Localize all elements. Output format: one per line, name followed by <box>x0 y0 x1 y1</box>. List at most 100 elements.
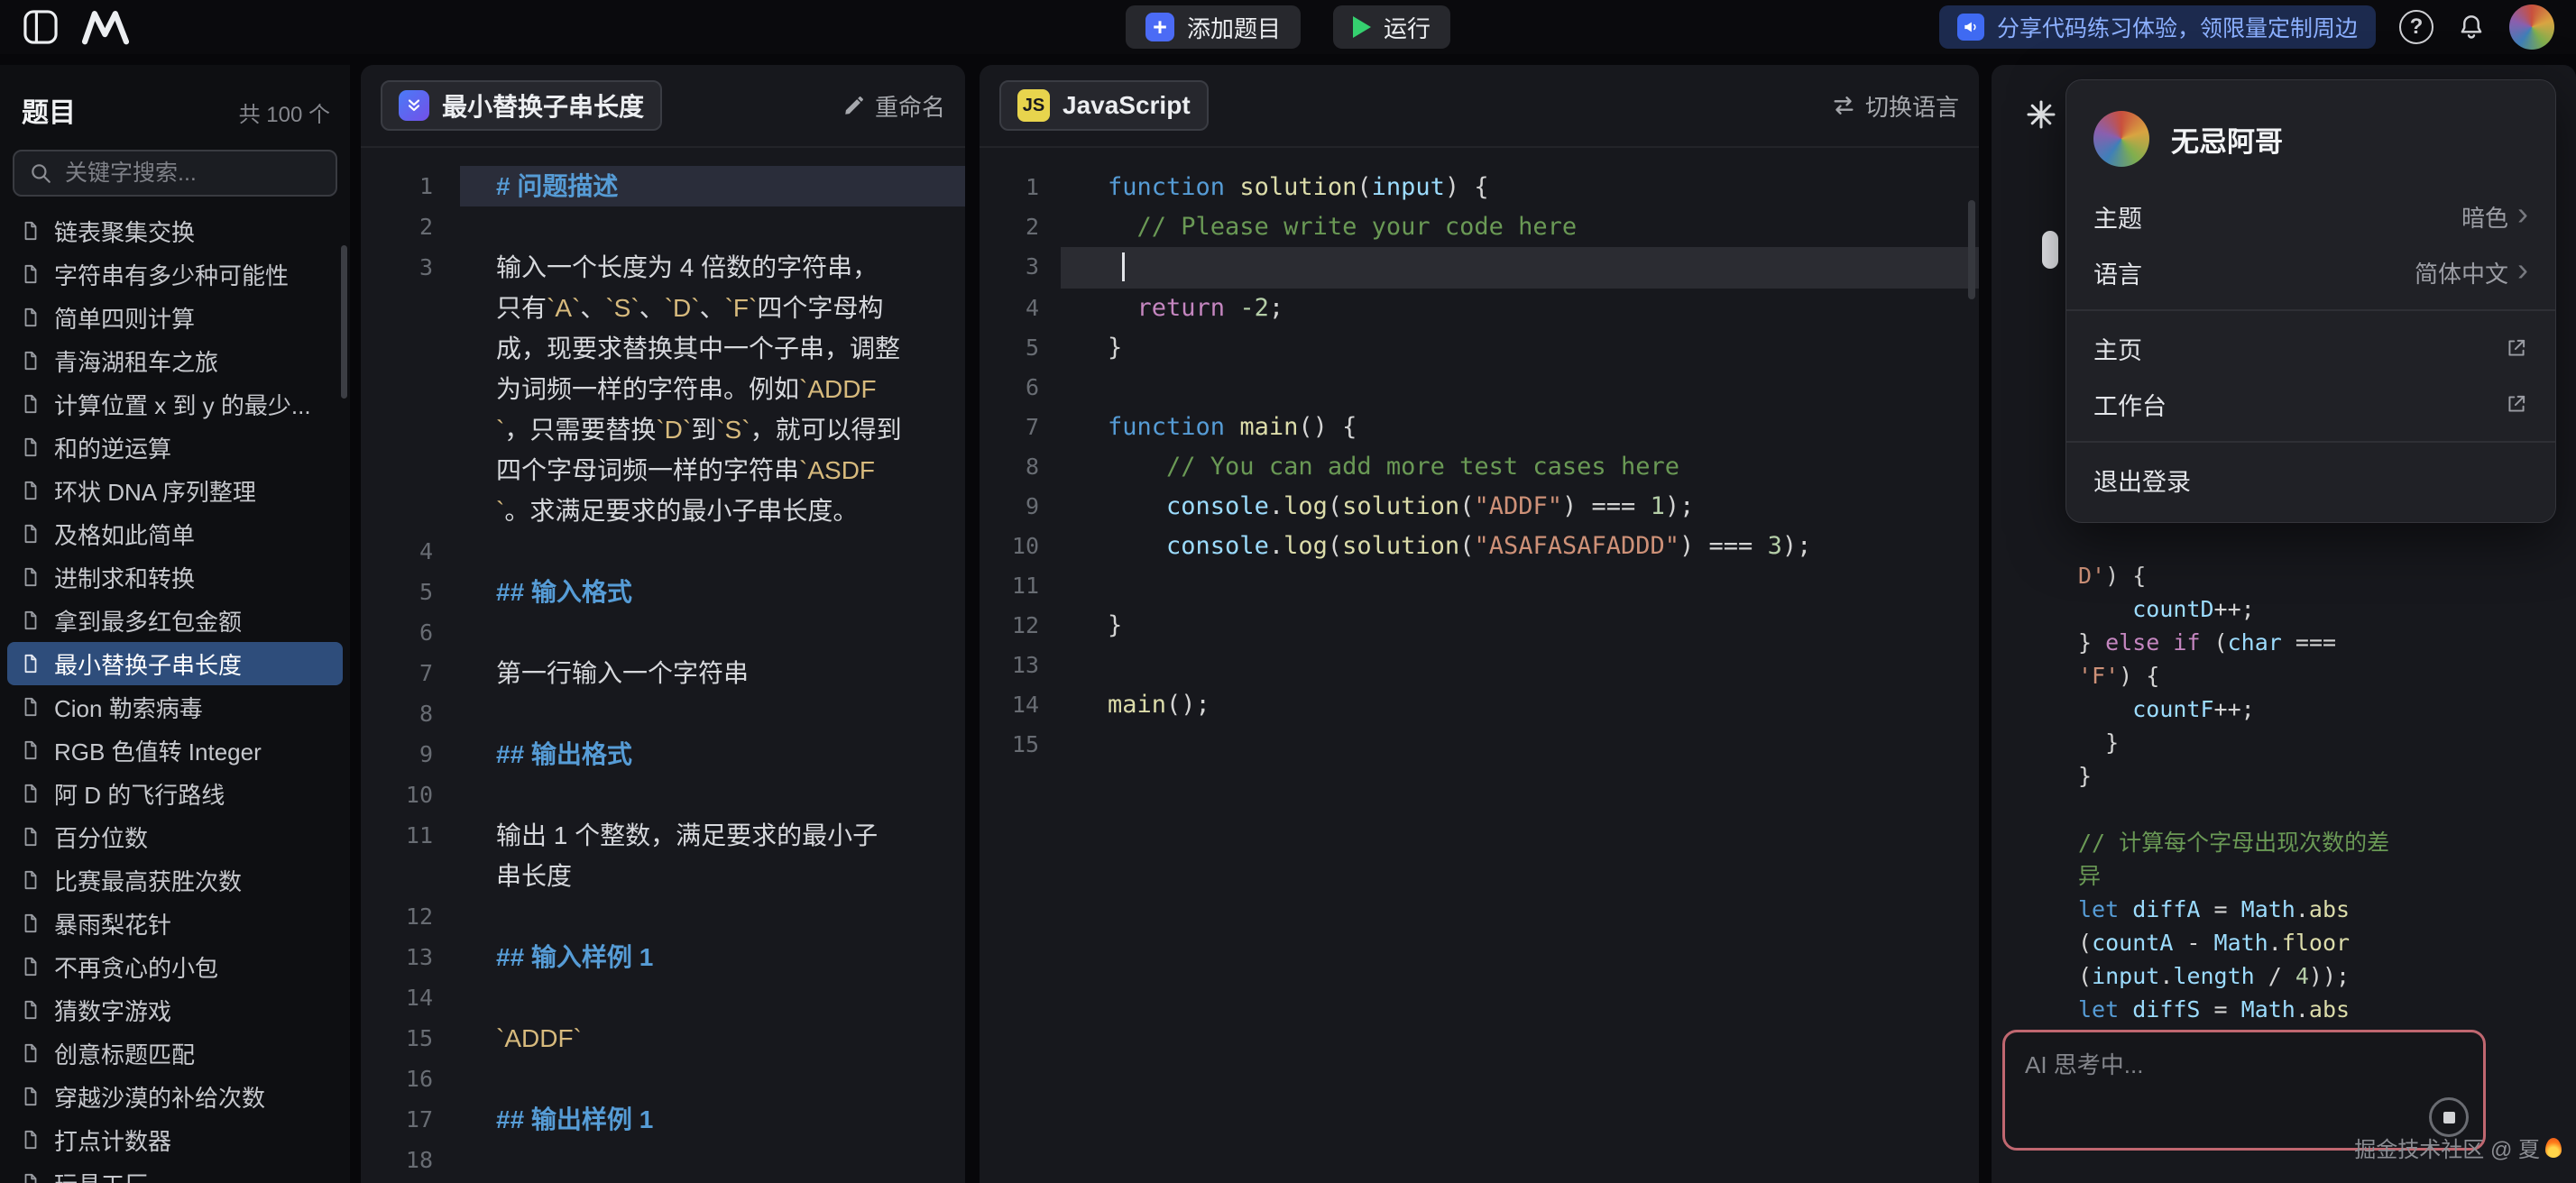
line-content: function solution(input) { <box>1061 168 1979 207</box>
menu-item-logout[interactable]: 退出登录 <box>2066 452 2555 508</box>
menu-item-home[interactable]: 主页 <box>2066 320 2555 376</box>
code-line: countD++; <box>2078 592 2567 626</box>
topbar-actions: + 添加题目 运行 <box>1126 0 1450 54</box>
sidebar-item[interactable]: 最小替换子串长度 <box>7 642 343 685</box>
sidebar-item[interactable]: 暴雨梨花针 <box>7 902 343 945</box>
document-icon <box>20 956 41 977</box>
problem-markdown-editor[interactable]: 1# 问题描述23输入一个长度为 4 倍数的字符串，只有`A`、`S`、`D`、… <box>361 150 965 1183</box>
app-logo-icon[interactable] <box>81 9 130 45</box>
sidebar-item[interactable]: 打点计数器 <box>7 1118 343 1161</box>
code-editor[interactable]: 1function solution(input) {2 // Please w… <box>980 150 1979 1183</box>
promo-banner[interactable]: 分享代码练习体验，领限量定制周边 <box>1939 5 2376 49</box>
code-line: 1function solution(input) { <box>980 168 1979 207</box>
switch-language-button[interactable]: 切换语言 <box>1831 89 1959 123</box>
swap-arrows-icon <box>1831 93 1856 118</box>
menu-item-theme[interactable]: 主题 暗色 › <box>2066 188 2555 244</box>
code-line: 12} <box>980 606 1979 646</box>
search-box[interactable] <box>13 150 337 197</box>
code-line: 13## 输入样例 1 <box>361 937 965 977</box>
document-icon <box>20 869 41 891</box>
document-icon <box>20 1086 41 1107</box>
document-icon <box>20 393 41 415</box>
sidebar-item[interactable]: 进制求和转换 <box>7 555 343 599</box>
line-number: 13 <box>361 937 460 977</box>
panel-toggle-icon[interactable] <box>22 8 60 46</box>
code-line: 12 <box>361 896 965 937</box>
sidebar-item[interactable]: 链表聚集交换 <box>7 209 343 252</box>
sidebar-item[interactable]: 穿越沙漠的补给次数 <box>7 1075 343 1118</box>
sidebar-item-label: 不再贪心的小包 <box>54 950 218 984</box>
sidebar-header: 题目 共 100 个 <box>0 65 350 130</box>
code-line: 16 <box>361 1059 965 1099</box>
sidebar-item[interactable]: 玩具工厂 <box>7 1161 343 1183</box>
code-line: 8 <box>361 693 965 734</box>
line-content: (countA - Math.floor <box>2078 926 2567 959</box>
line-content: ## 输出样例 1 <box>460 1099 965 1140</box>
sidebar-item-label: 穿越沙漠的补给次数 <box>54 1080 265 1114</box>
run-label: 运行 <box>1384 11 1431 44</box>
code-line: 14 <box>361 977 965 1018</box>
topbar-right: 分享代码练习体验，领限量定制周边 ? <box>1939 5 2554 50</box>
panel-resize-handle[interactable] <box>2042 231 2058 269</box>
sidebar-item[interactable]: 计算位置 x 到 y 的最少... <box>7 382 343 426</box>
sidebar-item[interactable]: 阿 D 的飞行路线 <box>7 772 343 815</box>
text-cursor <box>1122 252 1125 281</box>
sidebar-scrollbar[interactable] <box>341 245 347 399</box>
sidebar-item[interactable]: 和的逆运算 <box>7 426 343 469</box>
sidebar-item[interactable]: 猜数字游戏 <box>7 988 343 1032</box>
search-input[interactable] <box>63 160 321 188</box>
code-line: 6 <box>980 368 1979 408</box>
line-content: // You can add more test cases here <box>1061 447 1979 487</box>
add-problem-button[interactable]: + 添加题目 <box>1126 5 1301 49</box>
code-line: 1# 问题描述 <box>361 166 965 206</box>
ai-sparkle-icon[interactable] <box>2026 99 2056 130</box>
line-number: 8 <box>361 693 460 734</box>
sidebar-item-label: 玩具工厂 <box>54 1167 148 1183</box>
line-number: 2 <box>980 207 1061 247</box>
rename-button[interactable]: 重命名 <box>842 89 945 123</box>
theme-value: 暗色 › <box>2461 200 2528 234</box>
user-avatar[interactable] <box>2509 5 2554 50</box>
document-icon <box>20 912 41 934</box>
code-line: 2 // Please write your code here <box>980 207 1979 247</box>
document-icon <box>20 263 41 285</box>
sidebar-item[interactable]: 拿到最多红包金额 <box>7 599 343 642</box>
line-content: console.log(solution("ADDF") === 1); <box>1061 487 1979 527</box>
sidebar-item[interactable]: 不再贪心的小包 <box>7 945 343 988</box>
line-number: 7 <box>361 653 460 693</box>
sidebar-item[interactable]: RGB 色值转 Integer <box>7 729 343 772</box>
language-label: JavaScript <box>1063 91 1191 120</box>
run-button[interactable]: 运行 <box>1333 5 1450 49</box>
sidebar-item-label: 及格如此简单 <box>54 518 195 551</box>
line-number: 8 <box>980 447 1061 487</box>
sidebar-item[interactable]: 创意标题匹配 <box>7 1032 343 1075</box>
editor-scrollbar[interactable] <box>1968 200 1975 299</box>
menu-item-workbench[interactable]: 工作台 <box>2066 376 2555 432</box>
sidebar-item-label: RGB 色值转 Integer <box>54 734 262 767</box>
language-menu-label: 语言 <box>2093 255 2142 290</box>
document-icon <box>20 1129 41 1151</box>
notifications-icon[interactable] <box>2457 13 2486 41</box>
sidebar-item[interactable]: 简单四则计算 <box>7 296 343 339</box>
code-line: 9## 输出格式 <box>361 734 965 775</box>
line-content: ## 输出格式 <box>460 734 965 775</box>
help-icon[interactable]: ? <box>2399 10 2433 44</box>
sidebar-item[interactable]: 字符串有多少种可能性 <box>7 252 343 296</box>
home-label: 主页 <box>2093 331 2142 366</box>
document-icon <box>20 220 41 242</box>
code-line: (input.length / 4)); <box>2078 959 2567 993</box>
problem-count: 共 100 个 <box>239 96 330 128</box>
external-link-icon <box>2505 336 2528 360</box>
sidebar-item[interactable]: 环状 DNA 序列整理 <box>7 469 343 512</box>
sidebar-item[interactable]: 及格如此简单 <box>7 512 343 555</box>
topbar: + 添加题目 运行 分享代码练习体验，领限量定制周边 ? <box>0 0 2576 54</box>
menu-item-language[interactable]: 语言 简体中文 › <box>2066 244 2555 300</box>
sidebar-item[interactable]: 青海湖租车之旅 <box>7 339 343 382</box>
sidebar-item[interactable]: Cion 勒索病毒 <box>7 685 343 729</box>
code-line: 5## 输入格式 <box>361 572 965 612</box>
document-icon <box>20 307 41 328</box>
line-content: countD++; <box>2078 592 2567 626</box>
sidebar-item[interactable]: 百分位数 <box>7 815 343 858</box>
sidebar-item[interactable]: 比赛最高获胜次数 <box>7 858 343 902</box>
code-line: 15`ADDF` <box>361 1018 965 1059</box>
